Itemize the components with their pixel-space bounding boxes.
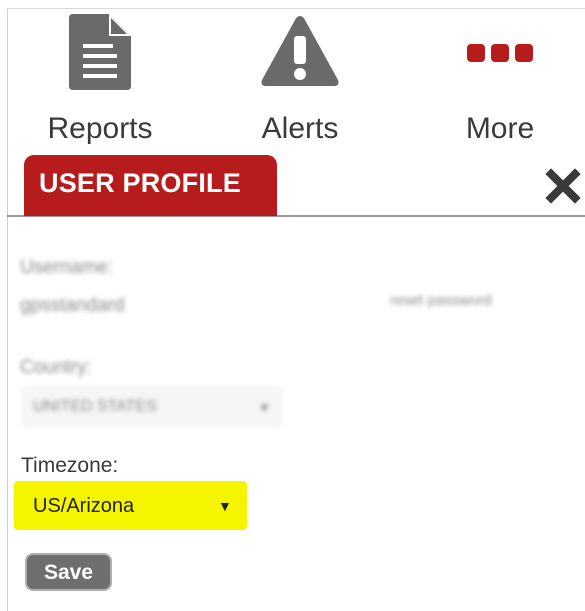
timezone-select[interactable]: US/Arizona ▼ (20, 486, 241, 526)
document-icon (69, 14, 131, 95)
close-icon[interactable] (545, 168, 581, 204)
save-label: Save (43, 561, 94, 584)
tab-user-profile[interactable]: USER PROFILE (24, 155, 277, 216)
top-nav: Reports Alerts More (0, 0, 585, 160)
username-value: gpsstandard (20, 295, 125, 316)
country-caret-icon: ▼ (258, 400, 271, 415)
nav-item-reports[interactable]: Reports (25, 0, 175, 150)
tab-label: USER PROFILE (39, 168, 241, 198)
timezone-value: US/Arizona (33, 495, 135, 517)
country-value: UNITED STATES (33, 398, 157, 415)
country-label: Country: (20, 357, 92, 378)
username-label: Username: (20, 257, 113, 278)
timezone-label: Timezone: (21, 454, 119, 477)
save-button[interactable]: Save (25, 553, 112, 591)
more-dots-icon (467, 44, 533, 67)
chevron-down-icon: ▼ (218, 498, 232, 514)
nav-item-more[interactable]: More (425, 0, 575, 150)
nav-label-more: More (465, 112, 535, 145)
warning-icon (260, 14, 340, 93)
reset-password-link[interactable]: reset password (390, 292, 492, 309)
nav-label-alerts: Alerts (261, 112, 339, 145)
nav-label-reports: Reports (47, 112, 153, 145)
nav-item-alerts[interactable]: Alerts (225, 0, 375, 150)
